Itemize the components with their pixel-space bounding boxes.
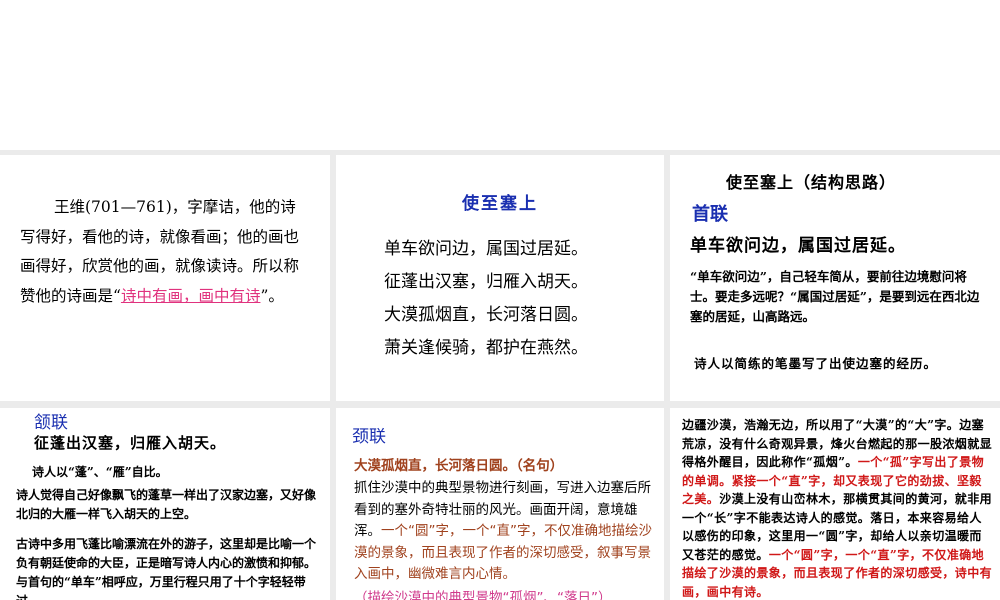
author-intro-part-b: ”。 — [260, 286, 284, 305]
hanlian-note-2: 诗人觉得自己好像飘飞的蓬草一样出了汉家边塞，又好像北归的大雁一样飞入胡天的上空。 — [16, 488, 317, 521]
poem-title: 使至塞上 — [462, 194, 538, 214]
hanlian-line: 征蓬出汉塞，归雁入胡天。 — [34, 434, 227, 452]
slide-thumbnail-3[interactable]: 使至塞上（结构思路） 首联 单车欲问边，属国过居延。 “单车欲问边”，自己轻车简… — [670, 155, 1000, 401]
slide-sorter-grid: 王维(701—761)，字摩诘，他的诗写得好，看他的诗，就像看画；他的画也画得好… — [0, 150, 1000, 600]
slide-thumbnail-1[interactable]: 王维(701—761)，字摩诘，他的诗写得好，看他的诗，就像看画；他的画也画得好… — [0, 155, 330, 401]
poem-line: 大漠孤烟直，长河落日圆。 — [384, 305, 588, 325]
slide-thumbnail-6[interactable]: 边疆沙漠，浩瀚无边，所以用了“大漠”的“大”字。边塞荒凉，没有什么奇观异景，烽火… — [670, 408, 1000, 600]
poem-body: 单车欲问边，属国过居延。 征蓬出汉塞，归雁入胡天。 大漠孤烟直，长河落日圆。 萧… — [384, 233, 588, 365]
jinglian-heading: 颈联 — [352, 427, 386, 447]
shoulian-summary: 诗人以简练的笔墨写了出使边塞的经历。 — [694, 356, 938, 371]
poem-line: 单车欲问边，属国过居延。 — [384, 239, 588, 259]
hanlian-heading: 颔联 — [34, 413, 68, 433]
jinglian-subnote: （描绘沙漠中的典型景物“孤烟”、“落日”） — [354, 590, 612, 600]
jinglian-line: 大漠孤烟直，长河落日圆。（名句） — [354, 458, 564, 474]
poem-line: 萧关逢候骑，都护在燕然。 — [384, 338, 588, 358]
shoulian-note: “单车欲问边”，自己轻车简从，要前往边境慰问将士。要走多远呢？“属国过居延”，是… — [690, 269, 980, 324]
slide-thumbnail-2[interactable]: 使至塞上 单车欲问边，属国过居延。 征蓬出汉塞，归雁入胡天。 大漠孤烟直，长河落… — [336, 155, 664, 401]
jinglian-detail: 边疆沙漠，浩瀚无边，所以用了“大漠”的“大”字。边塞荒凉，没有什么奇观异景，烽火… — [682, 416, 994, 600]
jinglian-analysis: 抓住沙漠中的典型景物进行刻画，写进入边塞后所看到的塞外奇特壮丽的风光。画面开阔，… — [354, 478, 654, 586]
poem-line: 征蓬出汉塞，归雁入胡天。 — [384, 272, 588, 292]
author-intro-text: 王维(701—761)，字摩诘，他的诗写得好，看他的诗，就像看画；他的画也画得好… — [20, 193, 310, 311]
slide-thumbnail-4[interactable]: 颔联 征蓬出汉塞，归雁入胡天。 诗人以“蓬”、“雁”自比。 诗人觉得自己好像飘飞… — [0, 408, 330, 600]
hanlian-note-3: 古诗中多用飞蓬比喻漂流在外的游子，这里却是比喻一个负有朝廷使命的大臣，正是暗写诗… — [16, 537, 317, 600]
structure-title: 使至塞上（结构思路） — [726, 173, 897, 192]
hanlian-note-1: 诗人以“蓬”、“雁”自比。 — [32, 465, 168, 479]
shizhongyouhua-link[interactable]: 诗中有画，画中有诗 — [121, 287, 261, 305]
jinglian-analysis-b: 一个“圆”字，一个“直”字，不仅准确地描绘沙漠的景象，而且表现了作者的深切感受，… — [354, 523, 652, 582]
slide-thumbnail-5[interactable]: 颈联 大漠孤烟直，长河落日圆。（名句） 抓住沙漠中的典型景物进行刻画，写进入边塞… — [336, 408, 664, 600]
shoulian-line: 单车欲问边，属国过居延。 — [690, 236, 906, 256]
shoulian-heading: 首联 — [692, 204, 728, 225]
